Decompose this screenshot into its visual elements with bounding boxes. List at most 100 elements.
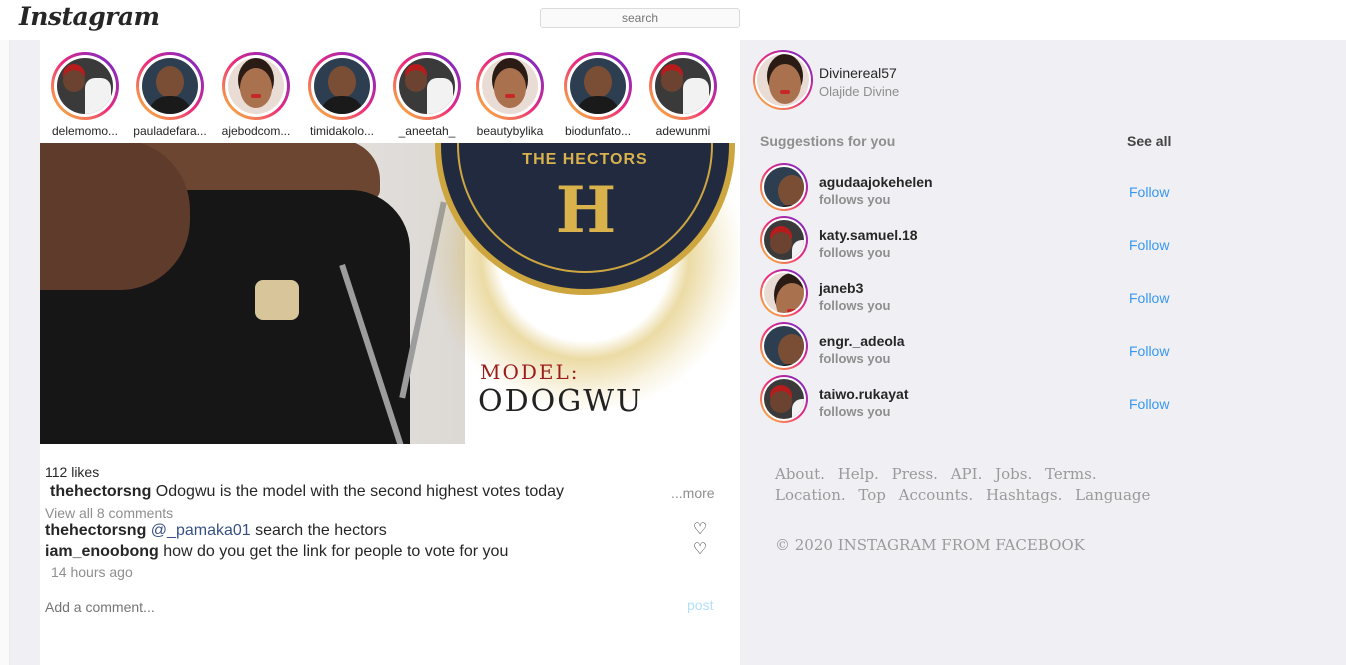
suggestion-username[interactable]: agudaajokehelen bbox=[819, 174, 933, 190]
avatar bbox=[570, 58, 626, 114]
story-ring bbox=[564, 52, 632, 120]
suggestion-row: katy.samuel.18 follows you Follow bbox=[760, 216, 1180, 266]
footer-link-location[interactable]: Location. bbox=[775, 485, 846, 506]
story-item[interactable]: adewunmi bbox=[643, 52, 723, 138]
suggestion-username[interactable]: katy.samuel.18 bbox=[819, 227, 918, 243]
story-username: beautybylika bbox=[476, 124, 544, 138]
suggestion-subtext: follows you bbox=[819, 298, 891, 313]
footer-link-press[interactable]: Press. bbox=[892, 464, 938, 485]
view-comments-link[interactable]: View all 8 comments bbox=[45, 505, 173, 521]
current-user-avatar[interactable] bbox=[753, 50, 813, 110]
footer-link-about[interactable]: About. bbox=[775, 464, 825, 485]
footer-link-jobs[interactable]: Jobs. bbox=[995, 464, 1032, 485]
comment-mention[interactable]: @_pamaka01 bbox=[151, 522, 251, 539]
like-comment-heart-icon[interactable]: ♡ bbox=[691, 521, 709, 539]
story-username: pauladefara... bbox=[133, 124, 207, 138]
follow-button[interactable]: Follow bbox=[1129, 343, 1169, 359]
avatar bbox=[764, 326, 804, 366]
avatar bbox=[228, 58, 284, 114]
comment-username[interactable]: iam_enoobong bbox=[45, 543, 159, 560]
comment-text: how do you get the link for people to vo… bbox=[163, 543, 509, 560]
story-username: ajebodcom... bbox=[221, 124, 291, 138]
story-item[interactable]: biodunfato... bbox=[558, 52, 638, 138]
suggestion-avatar[interactable] bbox=[760, 375, 808, 423]
avatar bbox=[655, 58, 711, 114]
post-timestamp: 14 hours ago bbox=[51, 564, 133, 580]
add-comment-input[interactable] bbox=[45, 597, 645, 617]
comment-username[interactable]: thehectorsng bbox=[45, 522, 146, 539]
story-username: delemomo... bbox=[51, 124, 119, 138]
likes-count[interactable]: 112 likes bbox=[45, 464, 99, 480]
avatar bbox=[482, 58, 538, 114]
story-ring bbox=[136, 52, 204, 120]
current-fullname: Olajide Divine bbox=[819, 84, 900, 99]
suggestion-subtext: follows you bbox=[819, 192, 891, 207]
story-item[interactable]: timidakolo... bbox=[302, 52, 382, 138]
story-item[interactable]: ajebodcom... bbox=[216, 52, 296, 138]
follow-button[interactable]: Follow bbox=[1129, 237, 1169, 253]
suggestion-row: engr._adeola follows you Follow bbox=[760, 322, 1180, 372]
footer-links: About. Help. Press. API. Jobs. Terms. Lo… bbox=[775, 464, 1185, 506]
story-item[interactable]: pauladefara... bbox=[130, 52, 210, 138]
stories-bar: delemomo... pauladefara... ajebodcom... … bbox=[40, 40, 740, 143]
model-name: ODOGWU bbox=[478, 384, 644, 419]
current-username[interactable]: Divinereal57 bbox=[819, 65, 897, 81]
post-card: THE HECTORS H MODEL: ODOGWU delemomo... … bbox=[40, 40, 740, 665]
post-comment-button[interactable]: post bbox=[687, 597, 713, 613]
story-ring bbox=[649, 52, 717, 120]
footer-link-hashtags[interactable]: Hashtags. bbox=[986, 485, 1062, 506]
badge-monogram: H bbox=[555, 173, 617, 248]
suggestion-avatar[interactable] bbox=[760, 216, 808, 264]
suggestion-avatar[interactable] bbox=[760, 322, 808, 370]
story-ring bbox=[393, 52, 461, 120]
follow-button[interactable]: Follow bbox=[1129, 184, 1169, 200]
story-ring bbox=[476, 52, 544, 120]
more-link[interactable]: ...more bbox=[671, 485, 715, 501]
suggestion-username[interactable]: janeb3 bbox=[819, 280, 863, 296]
suggestions-title: Suggestions for you bbox=[760, 133, 896, 149]
story-username: _aneetah_ bbox=[398, 124, 456, 138]
suggestion-avatar[interactable] bbox=[760, 163, 808, 211]
follow-button[interactable]: Follow bbox=[1129, 290, 1169, 306]
story-item[interactable]: delemomo... bbox=[45, 52, 125, 138]
suggestion-row: taiwo.rukayat follows you Follow bbox=[760, 375, 1180, 425]
search-input[interactable] bbox=[540, 8, 740, 28]
footer-link-top[interactable]: Top bbox=[858, 485, 885, 506]
avatar bbox=[757, 54, 809, 106]
left-strip bbox=[0, 40, 10, 665]
story-username: adewunmi bbox=[655, 124, 711, 138]
avatar bbox=[314, 58, 370, 114]
comment: iam_enoobong how do you get the link for… bbox=[45, 543, 508, 561]
avatar bbox=[764, 273, 804, 313]
story-ring bbox=[222, 52, 290, 120]
suggestion-subtext: follows you bbox=[819, 351, 891, 366]
copyright: © 2020 INSTAGRAM FROM FACEBOOK bbox=[775, 536, 1085, 554]
see-all-link[interactable]: See all bbox=[1127, 133, 1171, 149]
suggestion-username[interactable]: engr._adeola bbox=[819, 333, 905, 349]
instagram-logo[interactable]: Instagram bbox=[19, 2, 160, 31]
watch-graphic bbox=[255, 280, 299, 320]
footer-link-terms[interactable]: Terms. bbox=[1045, 464, 1097, 485]
footer-link-language[interactable]: Language bbox=[1075, 485, 1150, 506]
avatar bbox=[142, 58, 198, 114]
like-comment-heart-icon[interactable]: ♡ bbox=[691, 541, 709, 559]
footer-link-accounts[interactable]: Accounts. bbox=[899, 485, 973, 506]
suggestion-row: janeb3 follows you Follow bbox=[760, 269, 1180, 319]
story-username: biodunfato... bbox=[564, 124, 632, 138]
story-ring bbox=[308, 52, 376, 120]
suggestion-avatar[interactable] bbox=[760, 269, 808, 317]
caption-username[interactable]: thehectorsng bbox=[50, 483, 151, 500]
footer-link-help[interactable]: Help. bbox=[838, 464, 879, 485]
comment: thehectorsng @_pamaka01 search the hecto… bbox=[45, 522, 387, 540]
follow-button[interactable]: Follow bbox=[1129, 396, 1169, 412]
story-item[interactable]: beautybylika bbox=[470, 52, 550, 138]
avatar bbox=[764, 379, 804, 419]
story-item[interactable]: _aneetah_ bbox=[387, 52, 467, 138]
story-ring bbox=[51, 52, 119, 120]
suggestion-username[interactable]: taiwo.rukayat bbox=[819, 386, 908, 402]
model-label: MODEL: bbox=[480, 360, 580, 384]
footer-link-api[interactable]: API. bbox=[951, 464, 983, 485]
post-caption: thehectorsng Odogwu is the model with th… bbox=[50, 483, 564, 501]
avatar bbox=[399, 58, 455, 114]
top-bar: Instagram bbox=[0, 0, 1346, 40]
